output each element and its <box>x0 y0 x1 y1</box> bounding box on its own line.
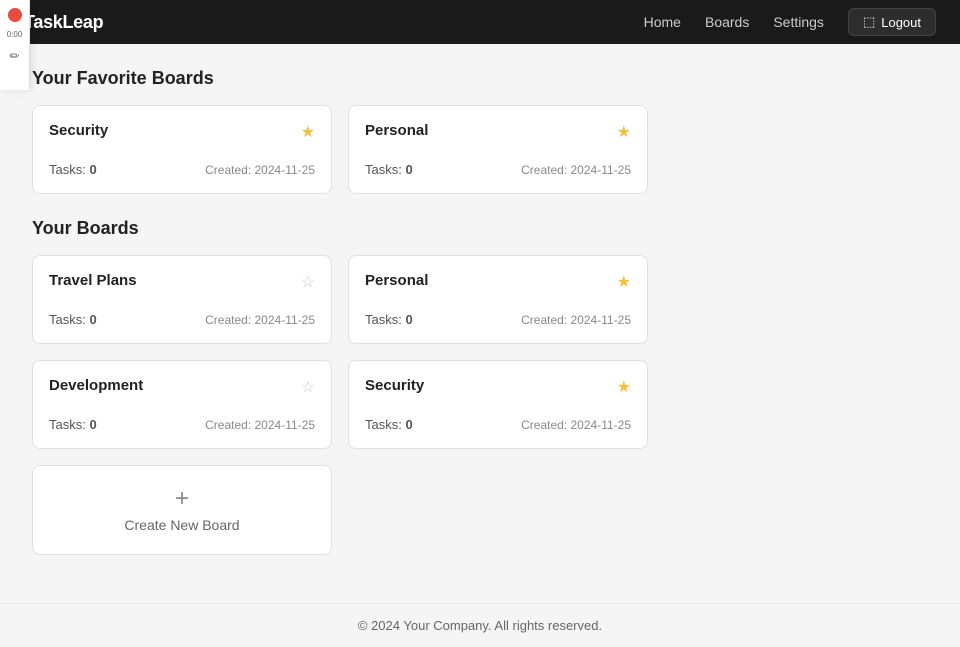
fav-card-security[interactable]: Security ★ Tasks: 0 Created: 2024-11-25 <box>32 105 332 194</box>
logout-button[interactable]: ⬚ Logout <box>848 8 936 36</box>
side-panel-dot <box>8 8 22 22</box>
main-content: Your Favorite Boards Security ★ Tasks: 0… <box>0 44 960 603</box>
board-card-security[interactable]: Security ★ Tasks: 0 Created: 2024-11-25 <box>348 360 648 449</box>
fav-card-personal[interactable]: Personal ★ Tasks: 0 Created: 2024-11-25 <box>348 105 648 194</box>
nav-settings[interactable]: Settings <box>773 14 824 30</box>
nav-home[interactable]: Home <box>644 14 681 30</box>
board-card-development-title: Development <box>49 377 143 394</box>
side-panel-time: 0:00 <box>7 30 23 39</box>
board-card-development-header: Development ☆ <box>49 377 315 397</box>
board-card-development-tasks: Tasks: 0 <box>49 417 97 432</box>
create-board-label: Create New Board <box>124 517 239 533</box>
footer: © 2024 Your Company. All rights reserved… <box>0 603 960 647</box>
board-card-security-title: Security <box>365 377 424 394</box>
side-panel-icon: ✏ <box>6 47 24 65</box>
nav-boards[interactable]: Boards <box>705 14 749 30</box>
footer-text: © 2024 Your Company. All rights reserved… <box>358 618 602 633</box>
nav-links: Home Boards Settings ⬚ Logout <box>644 8 936 36</box>
board-card-travel[interactable]: Travel Plans ☆ Tasks: 0 Created: 2024-11… <box>32 255 332 344</box>
your-boards-title: Your Boards <box>32 218 928 239</box>
plus-icon: + <box>175 487 189 511</box>
fav-card-personal-footer: Tasks: 0 Created: 2024-11-25 <box>365 162 631 177</box>
fav-card-personal-date: Created: 2024-11-25 <box>521 163 631 177</box>
board-card-travel-footer: Tasks: 0 Created: 2024-11-25 <box>49 312 315 327</box>
board-card-development-date: Created: 2024-11-25 <box>205 418 315 432</box>
board-card-security-header: Security ★ <box>365 377 631 397</box>
board-card-security-star[interactable]: ★ <box>617 377 631 397</box>
side-panel: 0:00 ✏ <box>0 0 30 90</box>
fav-card-security-title: Security <box>49 122 108 139</box>
fav-card-personal-star[interactable]: ★ <box>617 122 631 142</box>
board-card-security-tasks: Tasks: 0 <box>365 417 413 432</box>
fav-card-personal-header: Personal ★ <box>365 122 631 142</box>
board-card-travel-date: Created: 2024-11-25 <box>205 313 315 327</box>
fav-card-security-date: Created: 2024-11-25 <box>205 163 315 177</box>
board-card-security-footer: Tasks: 0 Created: 2024-11-25 <box>365 417 631 432</box>
board-card-personal-tasks: Tasks: 0 <box>365 312 413 327</box>
fav-card-security-tasks: Tasks: 0 <box>49 162 97 177</box>
board-card-security-date: Created: 2024-11-25 <box>521 418 631 432</box>
board-card-travel-tasks: Tasks: 0 <box>49 312 97 327</box>
board-card-development[interactable]: Development ☆ Tasks: 0 Created: 2024-11-… <box>32 360 332 449</box>
board-card-personal-header: Personal ★ <box>365 272 631 292</box>
favorite-boards-grid: Security ★ Tasks: 0 Created: 2024-11-25 … <box>32 105 928 194</box>
board-card-personal-title: Personal <box>365 272 428 289</box>
board-card-personal-footer: Tasks: 0 Created: 2024-11-25 <box>365 312 631 327</box>
board-card-development-footer: Tasks: 0 Created: 2024-11-25 <box>49 417 315 432</box>
fav-card-personal-title: Personal <box>365 122 428 139</box>
fav-card-security-footer: Tasks: 0 Created: 2024-11-25 <box>49 162 315 177</box>
board-card-personal-date: Created: 2024-11-25 <box>521 313 631 327</box>
navbar: 0:00 ✏ TaskLeap Home Boards Settings ⬚ L… <box>0 0 960 44</box>
fav-card-security-star[interactable]: ★ <box>301 122 315 142</box>
board-card-development-star[interactable]: ☆ <box>301 377 315 397</box>
board-card-travel-header: Travel Plans ☆ <box>49 272 315 292</box>
logout-label: Logout <box>881 15 921 30</box>
create-new-board-card[interactable]: + Create New Board <box>32 465 332 555</box>
fav-card-security-header: Security ★ <box>49 122 315 142</box>
your-boards-grid: Travel Plans ☆ Tasks: 0 Created: 2024-11… <box>32 255 928 555</box>
board-card-travel-star[interactable]: ☆ <box>301 272 315 292</box>
fav-card-personal-tasks: Tasks: 0 <box>365 162 413 177</box>
board-card-travel-title: Travel Plans <box>49 272 137 289</box>
favorite-boards-title: Your Favorite Boards <box>32 68 928 89</box>
brand-logo: TaskLeap <box>24 12 103 33</box>
logout-icon: ⬚ <box>863 14 875 30</box>
board-card-personal-star[interactable]: ★ <box>617 272 631 292</box>
board-card-personal[interactable]: Personal ★ Tasks: 0 Created: 2024-11-25 <box>348 255 648 344</box>
